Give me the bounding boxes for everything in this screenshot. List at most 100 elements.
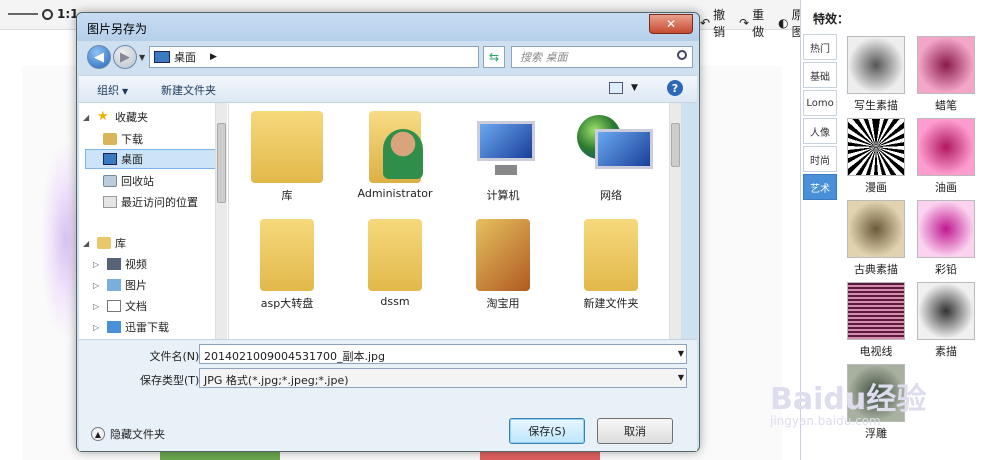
- filetype-row: 保存类型(T): JPG 格式(*.jpg;*.jpeg;*.jpe) ▼: [79, 368, 697, 390]
- thunder-download-icon: [107, 321, 121, 333]
- recycle-bin-icon: [103, 175, 117, 187]
- chevron-down-icon[interactable]: ▼: [678, 373, 684, 382]
- file-item[interactable]: 库: [237, 103, 337, 203]
- chevron-down-icon[interactable]: ▼: [678, 349, 684, 358]
- nav-libraries[interactable]: ◢ 库: [83, 233, 126, 253]
- file-item[interactable]: 淘宝用: [453, 211, 553, 311]
- folder-icon: [368, 219, 422, 291]
- organize-button[interactable]: 组织 ▼: [97, 82, 128, 98]
- chevron-up-icon: ▲: [91, 427, 105, 441]
- close-icon: ✕: [665, 17, 677, 31]
- save-options: 文件名(N): 2014021009004531700_副本.jpg ▼ 保存类型…: [79, 339, 697, 451]
- close-button[interactable]: ✕: [649, 14, 693, 34]
- filename-row: 文件名(N): 2014021009004531700_副本.jpg ▼: [79, 344, 697, 366]
- nav-recycle-bin[interactable]: 回收站: [103, 171, 154, 191]
- view-dropdown-icon[interactable]: ▼: [631, 83, 638, 93]
- star-icon: ★: [97, 109, 109, 124]
- effect-comic[interactable]: 漫画: [843, 118, 909, 195]
- file-item[interactable]: asp大转盘: [237, 211, 337, 311]
- help-icon[interactable]: ?: [667, 80, 683, 96]
- nav-thunder-downloads[interactable]: ▷ 迅雷下载: [93, 317, 169, 337]
- address-bar: ◀ ▶ ▼ 桌面 ▶ ⇆ 搜索 桌面: [83, 45, 693, 71]
- save-button[interactable]: 保存(S): [509, 418, 585, 444]
- new-folder-button[interactable]: 新建文件夹: [161, 82, 216, 98]
- save-as-dialog: 图片另存为 ✕ ◀ ▶ ▼ 桌面 ▶ ⇆ 搜索 桌面 组织 ▼ 新建文件夹 ▼ ?…: [76, 12, 700, 452]
- file-list: 库 Administrator 计算机 网络 asp大转盘 dssm 淘宝用 新…: [229, 103, 681, 339]
- watermark-url: jingyan.baidu.com: [770, 414, 881, 428]
- zoom-control[interactable]: 1:1: [8, 7, 79, 21]
- nav-scrollbar-thumb[interactable]: [217, 123, 226, 203]
- dialog-titlebar[interactable]: 图片另存为 ✕: [77, 13, 699, 41]
- filetype-select[interactable]: JPG 格式(*.jpg;*.jpeg;*.jpe) ▼: [199, 368, 687, 388]
- effect-sketch[interactable]: 写生素描: [843, 36, 909, 113]
- chevron-right-icon[interactable]: ▶: [210, 52, 217, 62]
- library-folder-icon: [251, 111, 323, 183]
- forward-arrow-icon: ▶: [120, 49, 130, 65]
- nav-downloads[interactable]: 下载: [103, 129, 143, 149]
- navigation-pane: ◢ ★ 收藏夹 下载 桌面 回收站 最近访问的位置 ◢ 库 ▷ 视频 ▷ 图片 ▷ 文档 ▷…: [79, 103, 229, 339]
- collapse-triangle-icon[interactable]: ▷: [93, 260, 103, 269]
- address-path[interactable]: 桌面 ▶: [149, 46, 479, 68]
- picture-library-icon: [107, 279, 121, 291]
- effect-classic-sketch[interactable]: 古典素描: [843, 200, 909, 277]
- effects-title: 特效：: [813, 12, 850, 26]
- view-options-icon[interactable]: [609, 82, 623, 94]
- effect-preview: [917, 282, 975, 340]
- tab-portrait[interactable]: 人像: [803, 118, 837, 144]
- redo-button[interactable]: ↷ 重做: [739, 6, 764, 40]
- nav-pictures[interactable]: ▷ 图片: [93, 275, 147, 295]
- tab-hot[interactable]: 热门: [803, 34, 837, 60]
- collapse-triangle-icon[interactable]: ▷: [93, 323, 103, 332]
- hide-folders-button[interactable]: ▲ 隐藏文件夹: [91, 426, 165, 442]
- zoom-icon[interactable]: [42, 8, 53, 20]
- nav-documents[interactable]: ▷ 文档: [93, 296, 147, 316]
- effect-tv-lines[interactable]: 电视线: [843, 282, 909, 359]
- dialog-toolbar: 组织 ▼ 新建文件夹 ▼ ?: [79, 75, 697, 103]
- file-item[interactable]: 新建文件夹: [561, 211, 661, 311]
- refresh-button[interactable]: ⇆: [483, 46, 505, 68]
- user-folder-icon: [359, 111, 431, 183]
- effect-preview: [847, 282, 905, 340]
- search-icon[interactable]: [677, 50, 687, 60]
- tab-art[interactable]: 艺术: [803, 174, 837, 200]
- history-dropdown-icon[interactable]: ▼: [139, 53, 145, 62]
- file-item[interactable]: Administrator: [345, 103, 445, 200]
- document-library-icon: [107, 300, 121, 312]
- expand-triangle-icon[interactable]: ◢: [83, 113, 93, 122]
- cancel-button[interactable]: 取消: [597, 418, 673, 444]
- undo-button[interactable]: ↶ 撤销: [700, 6, 725, 40]
- forward-button[interactable]: ▶: [113, 45, 137, 69]
- collapse-triangle-icon[interactable]: ▷: [93, 281, 103, 290]
- file-item[interactable]: 计算机: [453, 103, 553, 203]
- zoom-slider[interactable]: [8, 13, 38, 15]
- back-button[interactable]: ◀: [87, 45, 111, 69]
- effect-preview: [847, 118, 905, 176]
- filename-field[interactable]: 2014021009004531700_副本.jpg ▼: [199, 344, 687, 364]
- file-list-scrollbar[interactable]: [669, 103, 681, 339]
- file-list-scrollbar-thumb[interactable]: [671, 123, 680, 167]
- effect-oil[interactable]: 油画: [913, 118, 979, 195]
- nav-desktop[interactable]: 桌面: [85, 149, 219, 169]
- search-placeholder: 搜索 桌面: [520, 51, 568, 64]
- collapse-triangle-icon[interactable]: ▷: [93, 302, 103, 311]
- expand-triangle-icon[interactable]: ◢: [83, 239, 93, 248]
- file-item[interactable]: 网络: [561, 103, 661, 203]
- photo-folder-icon: [476, 219, 530, 291]
- video-library-icon: [107, 258, 121, 270]
- effect-color-pencil[interactable]: 彩铅: [913, 200, 979, 277]
- effect-crayon[interactable]: 蜡笔: [913, 36, 979, 113]
- dialog-title: 图片另存为: [87, 22, 148, 36]
- filename-label: 文件名(N):: [149, 350, 203, 363]
- download-folder-icon: [103, 133, 117, 145]
- nav-scrollbar[interactable]: [215, 103, 227, 339]
- effect-pencil-sketch[interactable]: 素描: [913, 282, 979, 359]
- nav-recent-places[interactable]: 最近访问的位置: [103, 192, 198, 212]
- tab-lomo[interactable]: Lomo: [803, 90, 837, 116]
- library-icon: [97, 237, 111, 249]
- nav-videos[interactable]: ▷ 视频: [93, 254, 147, 274]
- nav-favorites[interactable]: ◢ ★ 收藏夹: [83, 107, 148, 127]
- file-item[interactable]: dssm: [345, 211, 445, 308]
- tab-fashion[interactable]: 时尚: [803, 146, 837, 172]
- search-input[interactable]: 搜索 桌面: [511, 46, 693, 68]
- tab-basic[interactable]: 基础: [803, 62, 837, 88]
